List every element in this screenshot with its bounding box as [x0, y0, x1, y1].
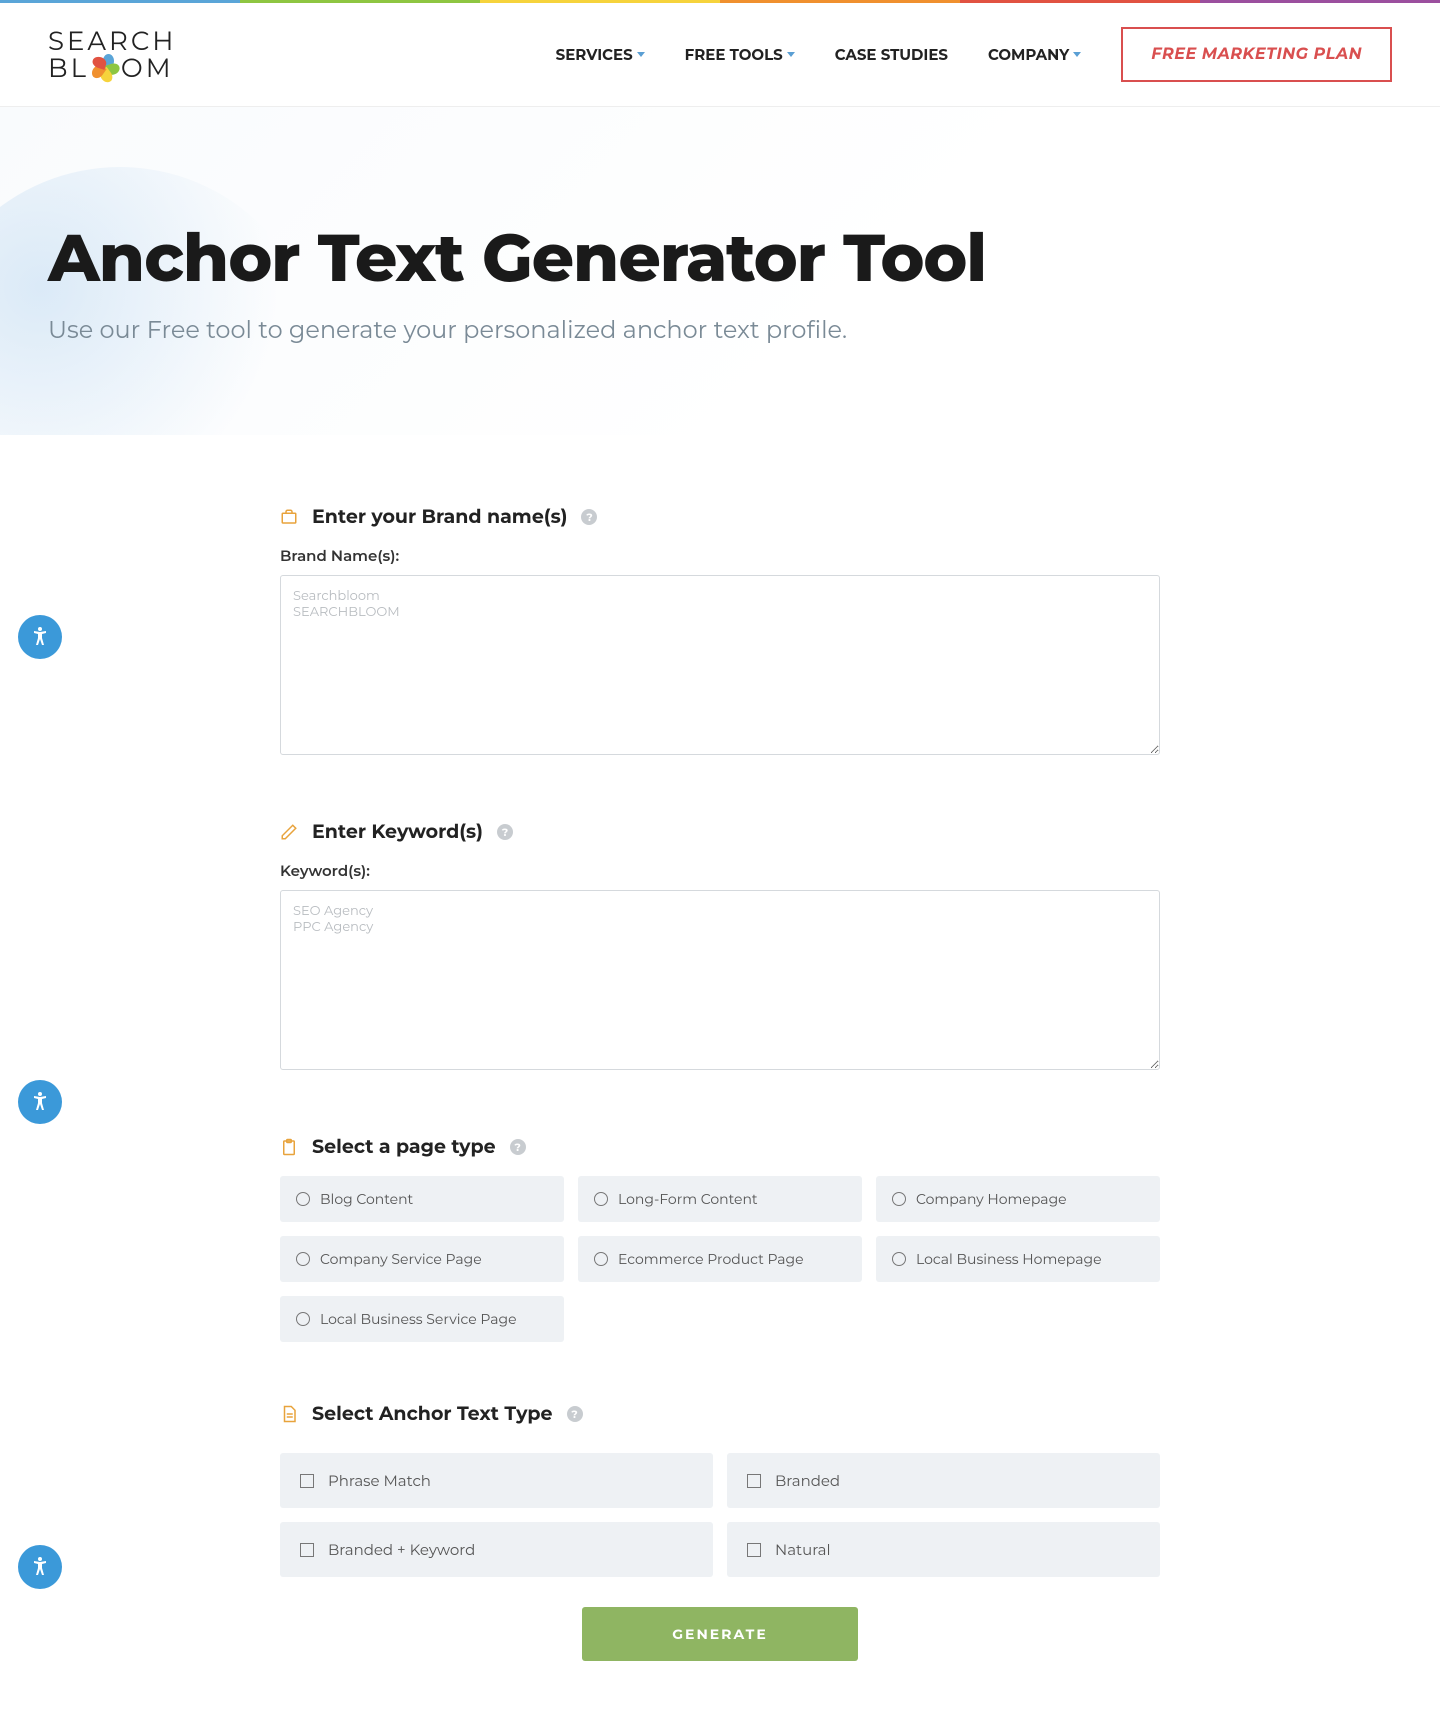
accessibility-button[interactable]	[18, 615, 62, 659]
chevron-down-icon	[787, 52, 795, 57]
free-marketing-plan-button[interactable]: FREE MARKETING PLAN	[1121, 27, 1392, 82]
radio-icon	[594, 1192, 608, 1206]
radio-icon	[296, 1252, 310, 1266]
option-label: Ecommerce Product Page	[618, 1250, 804, 1268]
logo-text-top: SEARCH	[48, 28, 176, 54]
pagetype-option[interactable]: Blog Content	[280, 1176, 564, 1222]
radio-icon	[892, 1192, 906, 1206]
brand-label: Brand Name(s):	[280, 546, 1160, 565]
main-nav: SERVICES FREE TOOLS CASE STUDIES COMPANY	[556, 45, 1082, 64]
keywords-section: Enter Keyword(s) ? Keyword(s):	[280, 820, 1160, 1075]
pagetype-option[interactable]: Local Business Homepage	[876, 1236, 1160, 1282]
option-label: Phrase Match	[328, 1471, 431, 1490]
brand-section: Enter your Brand name(s) ? Brand Name(s)…	[280, 505, 1160, 760]
checkbox-icon	[747, 1474, 761, 1488]
radio-icon	[892, 1252, 906, 1266]
pagetype-option[interactable]: Local Business Service Page	[280, 1296, 564, 1342]
option-label: Company Service Page	[320, 1250, 482, 1268]
radio-icon	[296, 1192, 310, 1206]
pencil-icon	[280, 823, 298, 841]
option-label: Natural	[775, 1540, 831, 1559]
nav-services[interactable]: SERVICES	[556, 45, 645, 64]
option-label: Branded + Keyword	[328, 1540, 475, 1559]
generate-button[interactable]: GENERATE	[582, 1607, 857, 1661]
anchor-section: Select Anchor Text Type ? Phrase Match Br…	[280, 1402, 1160, 1577]
brand-heading: Enter your Brand name(s)	[312, 505, 567, 528]
top-rainbow-bar	[0, 0, 1440, 3]
document-icon	[280, 1405, 298, 1423]
accessibility-button[interactable]	[18, 1545, 62, 1589]
option-label: Long-Form Content	[618, 1190, 758, 1208]
anchor-option[interactable]: Branded	[727, 1453, 1160, 1508]
briefcase-icon	[280, 508, 298, 526]
clipboard-icon	[280, 1138, 298, 1156]
pagetype-section: Select a page type ? Blog Content Long-Fo…	[280, 1135, 1160, 1342]
pagetype-option[interactable]: Company Service Page	[280, 1236, 564, 1282]
hero: Anchor Text Generator Tool Use our Free …	[0, 107, 1440, 435]
radio-icon	[594, 1252, 608, 1266]
option-label: Local Business Homepage	[916, 1250, 1102, 1268]
option-label: Branded	[775, 1471, 840, 1490]
anchor-option[interactable]: Branded + Keyword	[280, 1522, 713, 1577]
help-icon[interactable]: ?	[567, 1406, 583, 1422]
checkbox-icon	[747, 1543, 761, 1557]
option-label: Company Homepage	[916, 1190, 1067, 1208]
logo-text-bl: BL	[48, 55, 89, 81]
checkbox-icon	[300, 1474, 314, 1488]
pagetype-heading: Select a page type	[312, 1135, 496, 1158]
keywords-input[interactable]	[280, 890, 1160, 1070]
help-icon[interactable]: ?	[510, 1139, 526, 1155]
page-title: Anchor Text Generator Tool	[48, 217, 1392, 298]
page-subtitle: Use our Free tool to generate your perso…	[48, 316, 1392, 345]
anchor-option[interactable]: Natural	[727, 1522, 1160, 1577]
pagetype-option[interactable]: Ecommerce Product Page	[578, 1236, 862, 1282]
site-header: SEARCH BL OM SERVICES FREE TOOLS CASE ST…	[0, 3, 1440, 107]
anchor-heading: Select Anchor Text Type	[312, 1402, 553, 1425]
form-container: Enter your Brand name(s) ? Brand Name(s)…	[260, 505, 1180, 1661]
brand-input[interactable]	[280, 575, 1160, 755]
flower-icon	[91, 54, 119, 82]
option-label: Local Business Service Page	[320, 1310, 517, 1328]
pagetype-option[interactable]: Long-Form Content	[578, 1176, 862, 1222]
logo-text-om: OM	[121, 55, 174, 81]
anchor-option[interactable]: Phrase Match	[280, 1453, 713, 1508]
radio-icon	[296, 1312, 310, 1326]
nav-company[interactable]: COMPANY	[988, 45, 1081, 64]
chevron-down-icon	[1073, 52, 1081, 57]
accessibility-button[interactable]	[18, 1080, 62, 1124]
nav-free-tools[interactable]: FREE TOOLS	[685, 45, 795, 64]
help-icon[interactable]: ?	[497, 824, 513, 840]
logo[interactable]: SEARCH BL OM	[48, 28, 176, 82]
keywords-heading: Enter Keyword(s)	[312, 820, 483, 843]
help-icon[interactable]: ?	[581, 509, 597, 525]
option-label: Blog Content	[320, 1190, 413, 1208]
chevron-down-icon	[637, 52, 645, 57]
nav-case-studies[interactable]: CASE STUDIES	[835, 45, 948, 64]
keywords-label: Keyword(s):	[280, 861, 1160, 880]
pagetype-option[interactable]: Company Homepage	[876, 1176, 1160, 1222]
checkbox-icon	[300, 1543, 314, 1557]
